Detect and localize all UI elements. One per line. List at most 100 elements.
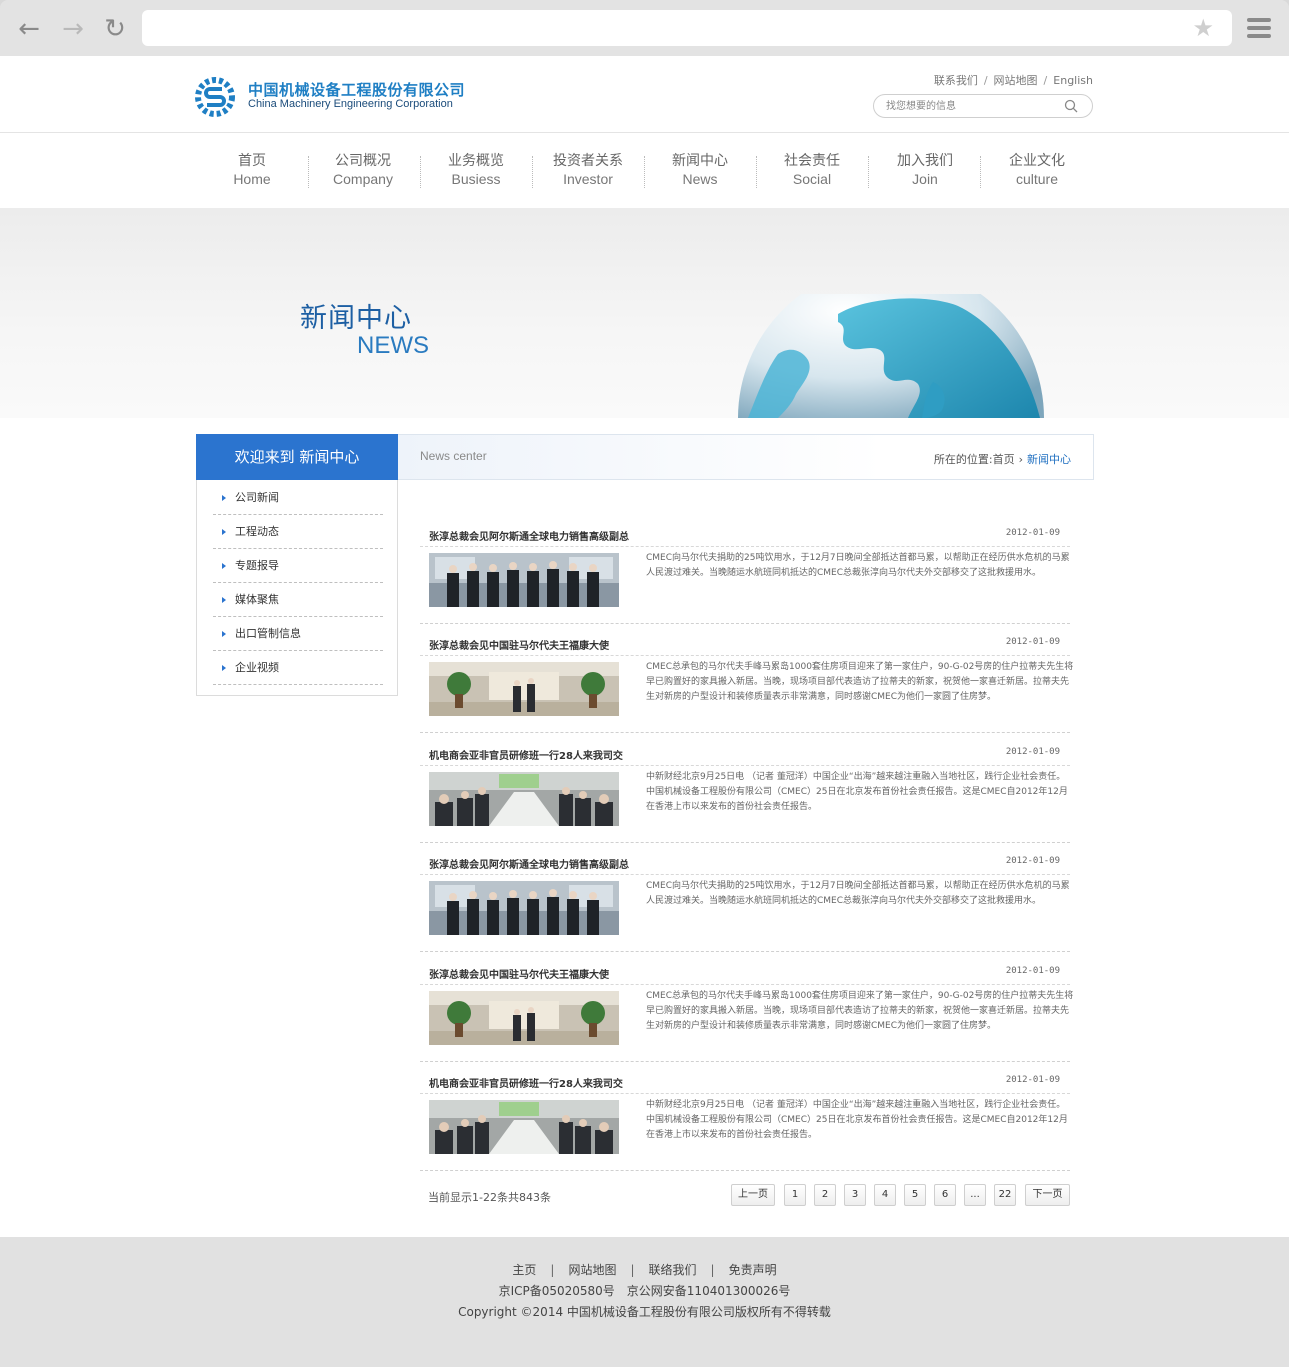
page-button[interactable]: 1 bbox=[784, 1184, 806, 1206]
nav-label-en: Join bbox=[912, 171, 938, 187]
news-summary: CMEC向马尔代夫捐助的25吨饮用水，于12月7日晚间全部抵达首都马累，以帮助正… bbox=[646, 881, 1070, 906]
nav-label-cn: 新闻中心 bbox=[672, 153, 728, 169]
bullet-arrow-icon bbox=[222, 495, 226, 501]
back-arrow-icon[interactable]: ← bbox=[14, 14, 44, 44]
bullet-arrow-icon bbox=[222, 631, 226, 637]
forward-arrow-icon[interactable]: → bbox=[58, 14, 88, 44]
nav-item-investor[interactable]: 投资者关系 Investor bbox=[532, 152, 644, 192]
news-summary: CMEC总承包的马尔代夫手峰马累岛1000套住房项目迎来了第一家住户，90-G-… bbox=[646, 991, 1074, 1031]
news-photo[interactable] bbox=[429, 991, 619, 1045]
page-button[interactable]: 5 bbox=[904, 1184, 926, 1206]
nav-item-join[interactable]: 加入我们 Join bbox=[869, 152, 981, 192]
news-item[interactable]: 张淳总裁会见中国驻马尔代夫王福康大使 2012-01-09 CMEC总承包的马尔代夫… bbox=[420, 953, 1073, 1062]
news-photo[interactable] bbox=[429, 1100, 619, 1154]
address-bar[interactable]: ★ bbox=[142, 10, 1232, 46]
search-input[interactable] bbox=[886, 98, 1056, 114]
sidebar-item-company-news[interactable]: 公司新闻 bbox=[213, 481, 383, 515]
contact-us-link[interactable]: 联系我们 bbox=[934, 74, 978, 87]
sidebar-item-project-news[interactable]: 工程动态 bbox=[213, 515, 383, 549]
nav-label-cn: 业务概览 bbox=[448, 153, 504, 169]
sidebar-item-videos[interactable]: 企业视频 bbox=[213, 651, 383, 685]
news-title[interactable]: 张淳总裁会见中国驻马尔代夫王福康大使 bbox=[429, 637, 609, 652]
nav-label-en: Busiess bbox=[451, 171, 501, 187]
news-date: 2012-01-09 bbox=[1005, 966, 1060, 976]
sidebar-item-media-focus[interactable]: 媒体聚焦 bbox=[213, 583, 383, 617]
reload-icon[interactable]: ↻ bbox=[100, 14, 130, 44]
footer-sitemap-link[interactable]: 网站地图 bbox=[568, 1263, 616, 1277]
prev-page-button[interactable]: 上一页 bbox=[731, 1184, 775, 1206]
footer-links: 主页 | 网站地图 | 联络我们 | 免责声明 bbox=[512, 1263, 777, 1277]
top-links: 联系我们 / 网站地图 / English bbox=[933, 74, 1093, 87]
footer-icp: 京ICP备05020580号 京公网安备110401300026号 bbox=[0, 1282, 1289, 1299]
nav-item-culture[interactable]: 企业文化 culture bbox=[981, 152, 1093, 192]
sidebar-item-label: 专题报导 bbox=[235, 559, 279, 572]
pagination-info: 当前显示1-22条共843条 bbox=[428, 1191, 551, 1204]
footer-disclaimer-link[interactable]: 免责声明 bbox=[729, 1263, 777, 1277]
news-photo[interactable] bbox=[429, 662, 619, 716]
news-title[interactable]: 张淳总裁会见阿尔斯通全球电力销售高级副总 bbox=[429, 856, 629, 871]
news-photo[interactable] bbox=[429, 772, 619, 826]
nav-item-company[interactable]: 公司概况 Company bbox=[307, 152, 419, 192]
sidebar-item-label: 媒体聚焦 bbox=[235, 593, 279, 606]
sitemap-link[interactable]: 网站地图 bbox=[994, 74, 1038, 87]
nav-label-en: News bbox=[682, 171, 718, 187]
content-title: News center bbox=[420, 449, 487, 463]
nav-label-cn: 加入我们 bbox=[897, 153, 953, 169]
sidebar-menu: 公司新闻 工程动态 专题报导 媒体聚焦 出口管制信息 企业视频 bbox=[213, 481, 383, 685]
nav-label-en: Home bbox=[233, 171, 271, 187]
nav-item-social[interactable]: 社会责任 Social bbox=[756, 152, 868, 192]
banner-title-cn: 新闻中心 bbox=[300, 303, 412, 334]
page-button[interactable]: 22 bbox=[994, 1184, 1016, 1206]
nav-item-business[interactable]: 业务概览 Busiess bbox=[420, 152, 532, 192]
news-title[interactable]: 张淳总裁会见中国驻马尔代夫王福康大使 bbox=[429, 966, 609, 981]
news-photo[interactable] bbox=[429, 881, 619, 935]
main-navigation: 首页 Home 公司概况 Company 业务概览 Busiess 投资者关系 Inve… bbox=[0, 134, 1289, 208]
bookmark-star-icon[interactable]: ★ bbox=[1192, 14, 1214, 42]
news-banner: 新闻中心 NEWS bbox=[0, 208, 1289, 418]
search-icon[interactable] bbox=[1064, 99, 1078, 113]
breadcrumb-home[interactable]: 首页 bbox=[993, 453, 1015, 466]
logo-chinese-name: 中国机械设备工程股份有限公司 bbox=[248, 81, 466, 99]
page-button[interactable]: 3 bbox=[844, 1184, 866, 1206]
news-title[interactable]: 张淳总裁会见阿尔斯通全球电力销售高级副总 bbox=[429, 528, 629, 543]
nav-item-news[interactable]: 新闻中心 News bbox=[644, 152, 756, 192]
footer-contact-link[interactable]: 联络我们 bbox=[649, 1263, 697, 1277]
company-logo[interactable]: 中国机械设备工程股份有限公司 China Machinery Engineeri… bbox=[194, 74, 474, 118]
search-box bbox=[873, 94, 1093, 118]
news-date: 2012-01-09 bbox=[1005, 856, 1060, 866]
news-date: 2012-01-09 bbox=[1005, 1075, 1060, 1085]
breadcrumb: 所在的位置:首页 › 新闻中心 bbox=[934, 451, 1071, 467]
footer-home-link[interactable]: 主页 bbox=[512, 1263, 536, 1277]
news-item[interactable]: 张淳总裁会见中国驻马尔代夫王福康大使 2012-01-09 CMEC总承包的马尔代夫… bbox=[420, 624, 1073, 733]
breadcrumb-current[interactable]: 新闻中心 bbox=[1027, 453, 1071, 466]
divider bbox=[420, 1093, 1070, 1094]
news-item[interactable]: 张淳总裁会见阿尔斯通全球电力销售高级副总 2012-01-09 CMEC向马尔代夫捐… bbox=[420, 515, 1070, 624]
bullet-arrow-icon bbox=[222, 563, 226, 569]
public-security-number: 京公网安备110401300026号 bbox=[626, 1284, 791, 1298]
company-logo-mark-icon bbox=[195, 77, 235, 117]
news-date: 2012-01-09 bbox=[1005, 528, 1060, 538]
divider bbox=[420, 984, 1070, 985]
globe-illustration bbox=[738, 294, 1044, 418]
bullet-arrow-icon bbox=[222, 597, 226, 603]
icp-number: 京ICP备05020580号 bbox=[498, 1284, 615, 1298]
english-link[interactable]: English bbox=[1053, 74, 1093, 87]
page-button[interactable]: 6 bbox=[934, 1184, 956, 1206]
news-photo[interactable] bbox=[429, 553, 619, 607]
news-title[interactable]: 机电商会亚非官员研修班一行28人来我司交 bbox=[429, 747, 623, 762]
nav-label-en: Social bbox=[792, 171, 832, 187]
next-page-button[interactable]: 下一页 bbox=[1025, 1184, 1070, 1206]
news-item[interactable]: 机电商会亚非官员研修班一行28人来我司交 2012-01-09 中新财经北京9月25… bbox=[420, 734, 1070, 843]
news-item[interactable]: 机电商会亚非官员研修班一行28人来我司交 2012-01-09 中新财经北京9月25… bbox=[420, 1062, 1070, 1171]
page-button[interactable]: 4 bbox=[874, 1184, 896, 1206]
news-title[interactable]: 机电商会亚非官员研修班一行28人来我司交 bbox=[429, 1075, 623, 1090]
news-summary: CMEC总承包的马尔代夫手峰马累岛1000套住房项目迎来了第一家住户，90-G-… bbox=[646, 662, 1074, 702]
news-item[interactable]: 张淳总裁会见阿尔斯通全球电力销售高级副总 2012-01-09 CMEC向马尔代夫捐… bbox=[420, 843, 1070, 952]
sidebar-item-label: 企业视频 bbox=[235, 661, 279, 674]
sidebar-item-special-reports[interactable]: 专题报导 bbox=[213, 549, 383, 583]
browser-menu-icon[interactable] bbox=[1247, 18, 1271, 38]
nav-item-home[interactable]: 首页 Home bbox=[196, 152, 308, 192]
page-ellipsis: ... bbox=[964, 1184, 986, 1206]
page-button[interactable]: 2 bbox=[814, 1184, 836, 1206]
sidebar-item-export-control[interactable]: 出口管制信息 bbox=[213, 617, 383, 651]
